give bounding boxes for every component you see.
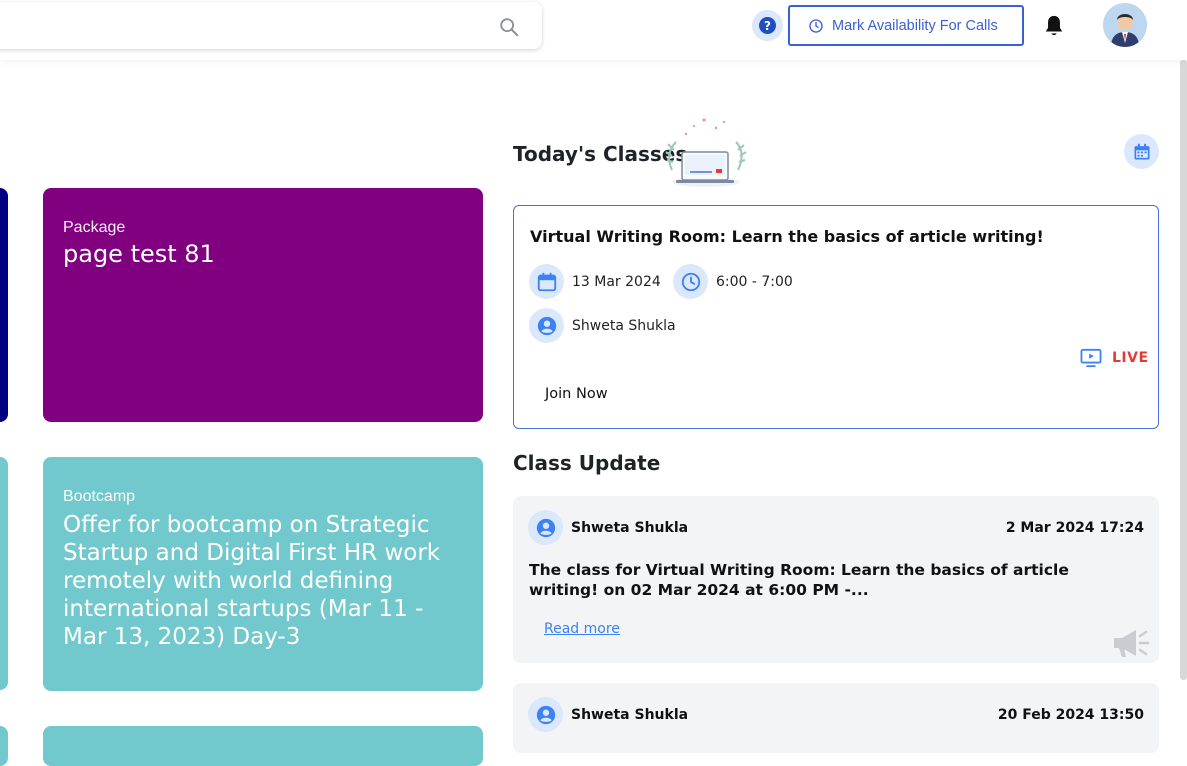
help-icon: ? [759, 17, 776, 34]
card-kind-label: Package [63, 219, 126, 236]
course-card-partial[interactable] [0, 457, 8, 690]
class-instructor: Shweta Shukla [572, 318, 676, 334]
clock-icon [809, 18, 823, 33]
user-avatar[interactable] [1103, 3, 1147, 47]
card-kind-label: Bootcamp [63, 488, 136, 505]
top-bar: ? Mark Availability For Calls [0, 0, 1187, 60]
user-icon [536, 705, 555, 724]
calendar-icon [537, 272, 556, 291]
update-author: Shweta Shukla [571, 707, 689, 723]
time-icon-wrap [673, 264, 708, 299]
class-title: Virtual Writing Room: Learn the basics o… [530, 227, 1044, 246]
live-tv-icon [1080, 348, 1102, 368]
card-title: Offer for bootcamp on Strategic Startup … [63, 512, 441, 650]
avatar-image [1103, 3, 1147, 47]
join-now-button[interactable]: Join Now [545, 386, 608, 402]
mark-availability-label: Mark Availability For Calls [832, 17, 998, 34]
class-date: 13 Mar 2024 [572, 274, 661, 290]
search-icon[interactable] [498, 16, 520, 38]
clock-icon [681, 272, 700, 291]
course-card-partial[interactable] [43, 726, 483, 766]
update-date: 20 Feb 2024 13:50 [997, 707, 1144, 723]
class-time: 6:00 - 7:00 [716, 274, 793, 290]
user-icon [537, 316, 556, 335]
search-box [0, 2, 542, 49]
live-label: LIVE [1112, 350, 1149, 366]
bootcamp-card[interactable]: Bootcamp Offer for bootcamp on Strategic… [43, 457, 483, 691]
calendar-icon [1134, 143, 1149, 159]
mark-availability-button[interactable]: Mark Availability For Calls [788, 5, 1024, 46]
live-indicator: LIVE [1080, 348, 1149, 368]
user-icon-wrap [528, 697, 563, 732]
laptop-illustration-icon [665, 118, 747, 187]
class-update-item: Shweta Shukla 20 Feb 2024 13:50 [513, 683, 1159, 753]
date-icon-wrap [529, 264, 564, 299]
class-update-item: Shweta Shukla 2 Mar 2024 17:24 The class… [513, 496, 1159, 663]
user-icon [536, 518, 555, 537]
notification-bell-icon[interactable] [1043, 14, 1065, 38]
megaphone-icon [1114, 630, 1150, 657]
course-card-partial[interactable] [0, 188, 8, 422]
course-card-partial[interactable] [0, 726, 8, 766]
user-icon-wrap [528, 510, 563, 545]
page-scrollbar[interactable] [1180, 60, 1187, 680]
calendar-button[interactable] [1124, 134, 1159, 169]
update-author: Shweta Shukla [571, 520, 689, 536]
update-date: 2 Mar 2024 17:24 [1005, 520, 1144, 536]
update-body: The class for Virtual Writing Room: Lear… [529, 561, 1069, 599]
class-card: Virtual Writing Room: Learn the basics o… [513, 205, 1159, 429]
todays-classes-heading: Today's Classes [513, 142, 688, 166]
help-button[interactable]: ? [752, 10, 783, 41]
read-more-link[interactable]: Read more [544, 621, 620, 637]
class-update-heading: Class Update [513, 451, 661, 475]
search-input[interactable] [10, 10, 480, 40]
card-title: page test 81 [63, 240, 215, 268]
instructor-icon-wrap [529, 308, 564, 343]
package-card[interactable]: Package page test 81 [43, 188, 483, 422]
